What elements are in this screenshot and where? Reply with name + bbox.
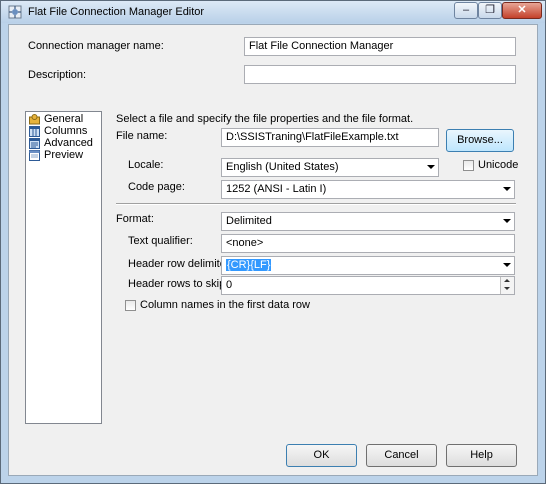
header-rows-skip-label: Header rows to skip:: [128, 278, 229, 290]
page-navigation-list: General Columns Advanced Preview: [25, 111, 102, 424]
column-names-checkbox[interactable]: [125, 300, 136, 311]
advanced-icon: [29, 138, 40, 149]
header-row-delimiter-label: Header row delimiter:: [128, 258, 233, 270]
nav-item-label: Preview: [44, 149, 84, 161]
file-name-input[interactable]: D:\SSISTraning\FlatFileExample.txt: [221, 128, 439, 147]
ok-button[interactable]: OK: [286, 444, 357, 467]
section-divider: [116, 203, 516, 205]
code-page-dropdown[interactable]: 1252 (ANSI - Latin I): [221, 180, 515, 199]
format-label: Format:: [116, 213, 154, 225]
close-button[interactable]: ✕: [502, 2, 542, 19]
title-bar[interactable]: Flat File Connection Manager Editor – ❐ …: [1, 1, 545, 23]
header-rows-skip-stepper[interactable]: 0: [221, 276, 515, 295]
code-page-value: 1252 (ANSI - Latin I): [226, 183, 327, 195]
spinner-arrows-icon[interactable]: [500, 277, 514, 294]
locale-label: Locale:: [128, 159, 164, 171]
description-input[interactable]: [244, 65, 516, 84]
header-rows-skip-value: 0: [226, 279, 233, 291]
locale-dropdown[interactable]: English (United States): [221, 158, 439, 177]
code-page-label: Code page:: [128, 181, 185, 193]
column-names-label: Column names in the first data row: [140, 299, 310, 311]
general-icon: [29, 114, 40, 125]
instruction-text: Select a file and specify the file prope…: [116, 113, 414, 125]
chevron-down-icon: [503, 187, 511, 191]
text-qualifier-input[interactable]: <none>: [221, 234, 515, 253]
unicode-checkbox[interactable]: [463, 160, 474, 171]
cancel-button[interactable]: Cancel: [366, 444, 437, 467]
minimize-button[interactable]: –: [454, 2, 478, 19]
connection-name-label: Connection manager name:: [28, 40, 164, 52]
chevron-down-icon: [503, 219, 511, 223]
chevron-down-icon: [503, 263, 511, 267]
preview-icon: [29, 150, 40, 161]
nav-item-label: Advanced: [44, 137, 93, 149]
columns-icon: [29, 126, 40, 137]
nav-item-label: General: [44, 113, 84, 125]
help-button[interactable]: Help: [446, 444, 517, 467]
chevron-down-icon: [427, 165, 435, 169]
connection-manager-icon: [8, 5, 22, 19]
window-title: Flat File Connection Manager Editor: [28, 6, 205, 18]
header-row-delimiter-dropdown[interactable]: {CR}{LF}: [221, 256, 515, 275]
restore-button[interactable]: ❐: [478, 2, 502, 19]
nav-item-label: Columns: [44, 125, 88, 137]
header-row-delimiter-value: {CR}{LF}: [226, 259, 272, 271]
format-dropdown[interactable]: Delimited: [221, 212, 515, 231]
file-name-label: File name:: [116, 130, 168, 142]
browse-button[interactable]: Browse...: [446, 129, 514, 152]
connection-name-input[interactable]: Flat File Connection Manager: [244, 37, 516, 56]
dialog-window: Flat File Connection Manager Editor – ❐ …: [0, 0, 546, 484]
text-qualifier-label: Text qualifier:: [128, 235, 193, 247]
unicode-label: Unicode: [478, 159, 519, 171]
locale-value: English (United States): [226, 161, 339, 173]
format-value: Delimited: [226, 215, 272, 227]
description-label: Description:: [28, 69, 87, 81]
dialog-client-area: Connection manager name: Flat File Conne…: [8, 24, 538, 476]
